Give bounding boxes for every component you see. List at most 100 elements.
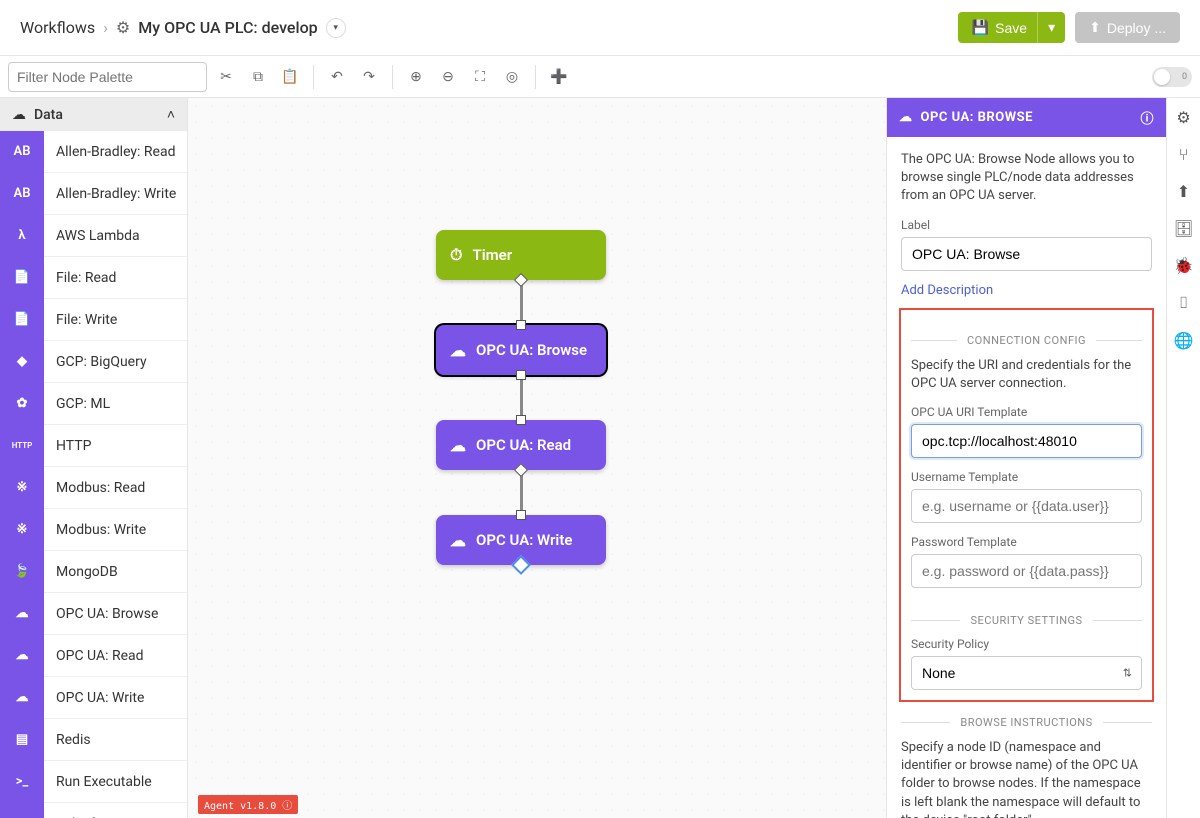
- node-opcua-browse[interactable]: ☁ OPC UA: Browse: [436, 325, 606, 375]
- agent-version-tag: Agent v1.8.0 ⓘ: [198, 795, 298, 814]
- palette-item[interactable]: λAWS Lambda: [0, 215, 187, 257]
- main-body: ☁ Data ˄ ABAllen-Bradley: ReadABAllen-Br…: [0, 98, 1200, 818]
- palette-item[interactable]: 📄File: Read: [0, 257, 187, 299]
- palette-item-icon: AB: [0, 173, 44, 215]
- undo-icon[interactable]: ↶: [324, 64, 350, 90]
- connector-out[interactable]: [514, 463, 528, 477]
- cut-icon[interactable]: ✂: [213, 64, 239, 90]
- username-input[interactable]: [911, 489, 1142, 523]
- version-dropdown[interactable]: ▾: [326, 18, 346, 38]
- palette-item[interactable]: ABAllen-Bradley: Write: [0, 173, 187, 215]
- connector-in[interactable]: [516, 415, 526, 425]
- palette-item-label: AWS Lambda: [44, 228, 140, 244]
- uri-label: OPC UA URI Template: [911, 405, 1142, 419]
- palette-item-icon: λ: [0, 215, 44, 257]
- cloud-icon: ☁: [899, 110, 913, 125]
- canvas[interactable]: ⏱ Timer ☁ OPC UA: Browse ☁ OPC UA: Read …: [188, 98, 886, 818]
- center-icon[interactable]: ◎: [499, 64, 525, 90]
- copy-icon[interactable]: ⧉: [245, 64, 271, 90]
- connector-out[interactable]: [516, 370, 526, 380]
- palette-item-label: Run Executable: [44, 774, 152, 790]
- palette-item[interactable]: ☁OPC UA: Browse: [0, 593, 187, 635]
- palette-item[interactable]: ◆GCP: BigQuery: [0, 341, 187, 383]
- gear-icon[interactable]: ⚙: [1176, 108, 1190, 127]
- palette-item-label: MongoDB: [44, 564, 118, 580]
- chevron-up-icon: ˄: [167, 106, 175, 123]
- security-policy-select[interactable]: None: [911, 656, 1142, 690]
- palette-item[interactable]: ☁OPC UA: Write: [0, 677, 187, 719]
- debug-toggle[interactable]: 0: [1152, 67, 1192, 87]
- palette-item-icon: ☁: [0, 803, 44, 818]
- label-input[interactable]: [901, 237, 1152, 271]
- connector-in[interactable]: [516, 510, 526, 520]
- node-label: OPC UA: Write: [476, 531, 572, 549]
- cloud-upload-icon: ☁: [450, 531, 466, 550]
- connector-out[interactable]: [514, 273, 528, 287]
- save-label: Save: [995, 20, 1027, 36]
- section-browse: BROWSE INSTRUCTIONS: [901, 716, 1152, 729]
- upload-icon[interactable]: ⬆: [1177, 182, 1190, 201]
- palette-items: ABAllen-Bradley: ReadABAllen-Bradley: Wr…: [0, 131, 187, 818]
- node-timer[interactable]: ⏱ Timer: [436, 230, 606, 280]
- palette-item[interactable]: ▤Redis: [0, 719, 187, 761]
- save-dropdown[interactable]: ▾: [1037, 12, 1065, 43]
- palette-item-icon: ※: [0, 467, 44, 509]
- help-icon[interactable]: ⓘ: [1140, 108, 1154, 127]
- deploy-label: Deploy ...: [1107, 20, 1166, 36]
- palette-item-icon: 🍃: [0, 551, 44, 593]
- add-node-icon[interactable]: ➕: [546, 64, 572, 90]
- palette-item-icon: ◆: [0, 341, 44, 383]
- properties-panel: ☁ OPC UA: BROWSE ⓘ The OPC UA: Browse No…: [886, 98, 1166, 818]
- palette-item[interactable]: ☁OPC UA: Read: [0, 635, 187, 677]
- palette-item-icon: 📄: [0, 299, 44, 341]
- debug-icon[interactable]: 🐞: [1174, 256, 1194, 275]
- palette-item-icon: >_: [0, 761, 44, 803]
- password-input[interactable]: [911, 554, 1142, 588]
- add-description-link[interactable]: Add Description: [901, 283, 993, 298]
- security-policy-label: Security Policy: [911, 637, 1142, 651]
- zoom-out-icon[interactable]: ⊖: [435, 64, 461, 90]
- palette-item[interactable]: ✿GCP: ML: [0, 383, 187, 425]
- palette-item[interactable]: HTTPHTTP: [0, 425, 187, 467]
- palette-item[interactable]: >_Run Executable: [0, 761, 187, 803]
- breadcrumb: Workflows › ⚙ My OPC UA PLC: develop ▾: [20, 18, 346, 38]
- label-field-label: Label: [901, 218, 1152, 232]
- connector-in[interactable]: [516, 320, 526, 330]
- palette-item[interactable]: ☁Salesforce Cases: [0, 803, 187, 818]
- redo-icon[interactable]: ↷: [356, 64, 382, 90]
- palette-item-label: File: Read: [44, 270, 116, 286]
- connector-out[interactable]: [511, 555, 531, 575]
- branch-icon[interactable]: ⑂: [1179, 145, 1189, 164]
- palette-item-icon: HTTP: [0, 425, 44, 467]
- database-icon[interactable]: 🗄: [1173, 219, 1193, 238]
- node-label: Timer: [472, 246, 512, 264]
- zoom-in-icon[interactable]: ⊕: [403, 64, 429, 90]
- palette-item[interactable]: ABAllen-Bradley: Read: [0, 131, 187, 173]
- palette-item[interactable]: 📄File: Write: [0, 299, 187, 341]
- deploy-button[interactable]: ⬆ Deploy ...: [1075, 12, 1180, 43]
- node-opcua-read[interactable]: ☁ OPC UA: Read: [436, 420, 606, 470]
- breadcrumb-workflows[interactable]: Workflows: [20, 18, 95, 37]
- palette-item-label: Redis: [44, 732, 91, 748]
- palette-item-icon: ✿: [0, 383, 44, 425]
- device-icon[interactable]: ⌷: [1179, 293, 1189, 313]
- palette-item[interactable]: 🍃MongoDB: [0, 551, 187, 593]
- save-button[interactable]: 💾 Save: [958, 12, 1041, 43]
- palette-group-data[interactable]: ☁ Data ˄: [0, 98, 187, 131]
- cloud-icon: ☁: [12, 107, 26, 123]
- palette-item-label: Modbus: Write: [44, 522, 146, 538]
- toolbar: ✂ ⧉ 📋 ↶ ↷ ⊕ ⊖ ⛶ ◎ ➕ 0: [0, 56, 1200, 98]
- palette-item[interactable]: ※Modbus: Write: [0, 509, 187, 551]
- panel-title: OPC UA: BROWSE: [921, 110, 1033, 125]
- globe-icon[interactable]: 🌐: [1174, 331, 1194, 350]
- palette-item[interactable]: ※Modbus: Read: [0, 467, 187, 509]
- fit-icon[interactable]: ⛶: [467, 64, 493, 90]
- connection-config-highlight: CONNECTION CONFIG Specify the URI and cr…: [899, 308, 1154, 702]
- node-opcua-write[interactable]: ☁ OPC UA: Write: [436, 515, 606, 565]
- password-label: Password Template: [911, 535, 1142, 549]
- uri-input[interactable]: [911, 424, 1142, 458]
- filter-input[interactable]: [8, 62, 207, 92]
- paste-icon[interactable]: 📋: [277, 64, 303, 90]
- topbar: Workflows › ⚙ My OPC UA PLC: develop ▾ 💾…: [0, 0, 1200, 56]
- save-icon: 💾: [972, 19, 989, 36]
